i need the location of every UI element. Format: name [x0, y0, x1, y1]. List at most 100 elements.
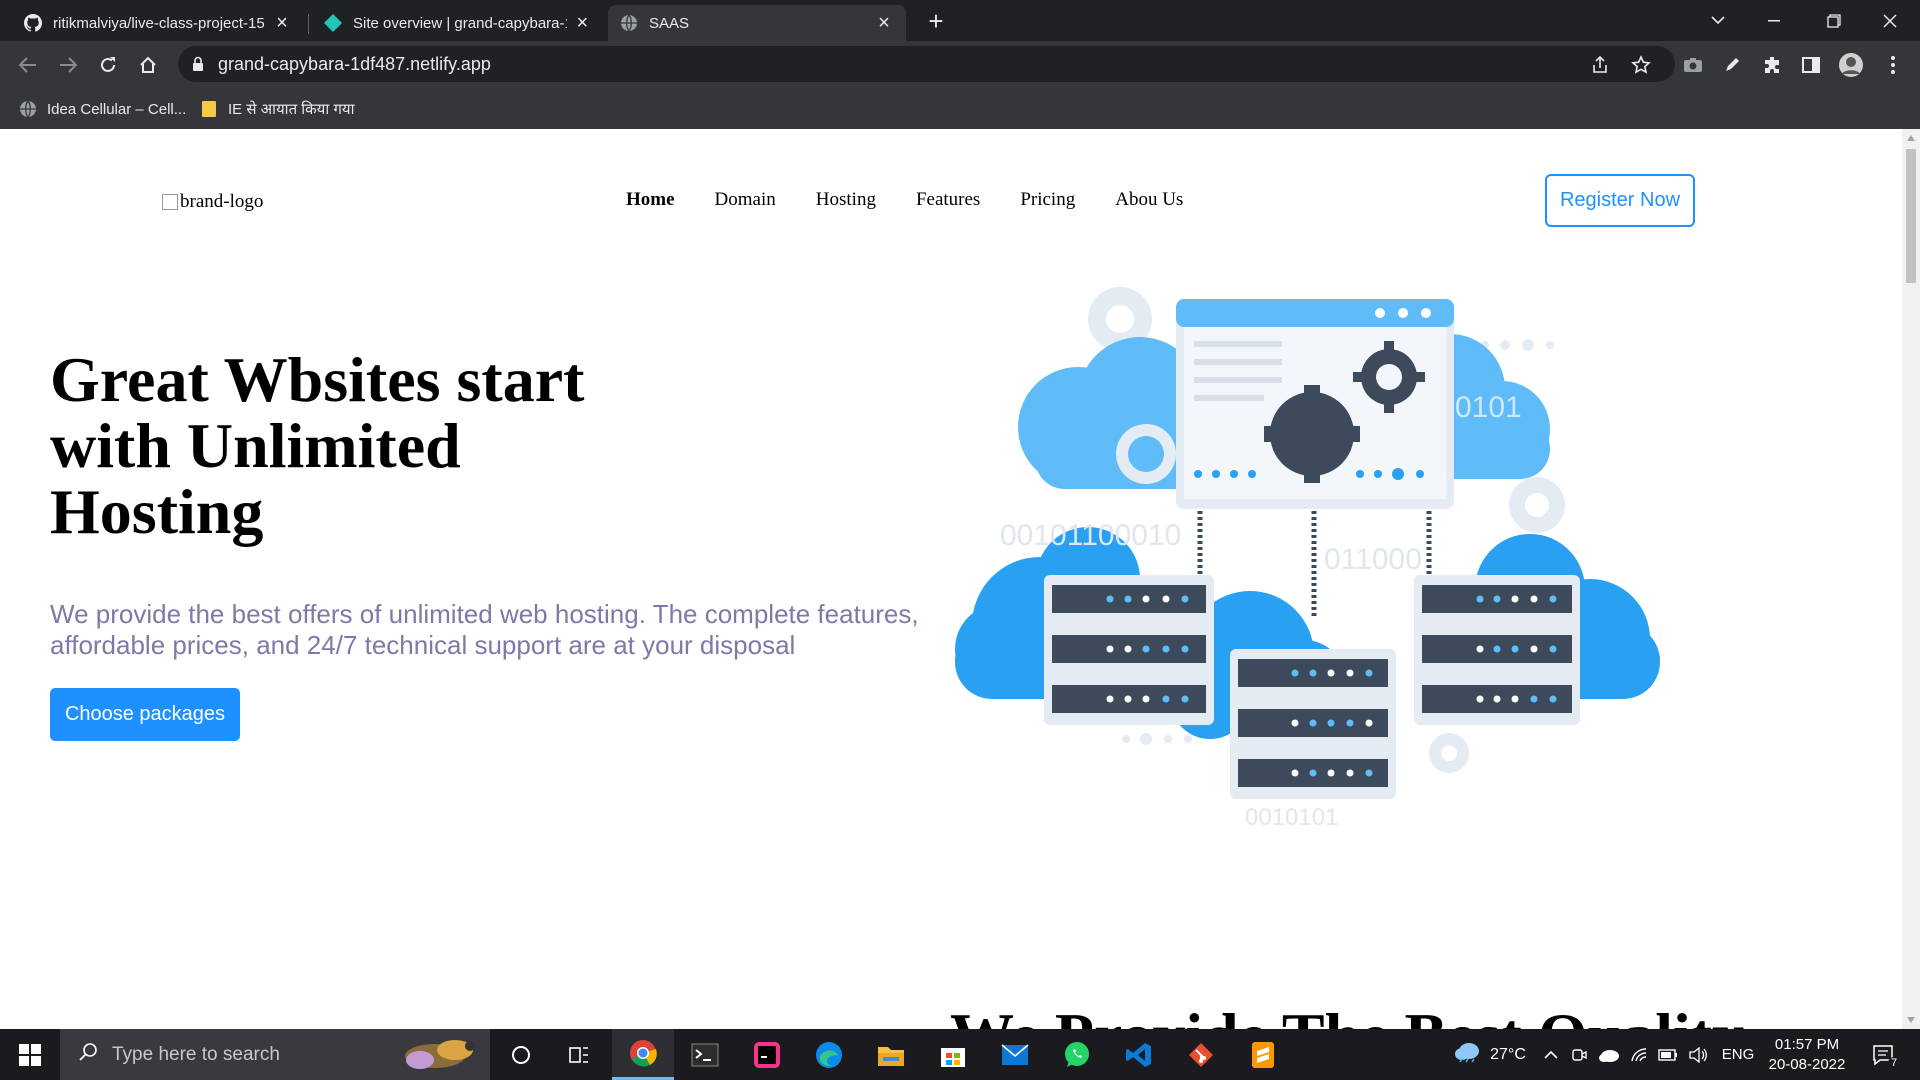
nav-features[interactable]: Features [916, 189, 980, 211]
tab-strip: ritikmalviya/live-class-project-15 × Sit… [0, 0, 1920, 41]
profile-avatar-icon[interactable] [1838, 52, 1864, 78]
vscode-icon[interactable] [1108, 1029, 1170, 1080]
wifi-icon[interactable] [1628, 1029, 1650, 1080]
weather-widget[interactable]: 27°C [1440, 1029, 1540, 1080]
minimize-icon[interactable] [1746, 0, 1802, 41]
github-icon [24, 14, 42, 32]
browser-chrome: ritikmalviya/live-class-project-15 × Sit… [0, 0, 1920, 129]
store-icon[interactable] [922, 1029, 984, 1080]
task-view-icon[interactable] [548, 1029, 610, 1080]
bookmark-label: IE से आयात किया गया [228, 101, 355, 118]
binary-label: 011000 [1324, 543, 1422, 576]
camera-icon[interactable] [1680, 52, 1706, 78]
clock-date: 20-08-2022 [1768, 1056, 1846, 1073]
nav-home[interactable]: Home [626, 189, 675, 211]
bookmark-ie-import[interactable]: IE से आयात किया गया [200, 97, 354, 121]
file-explorer-icon[interactable] [860, 1029, 922, 1080]
bookmark-star-icon[interactable] [1631, 55, 1651, 75]
new-tab-button[interactable]: + [922, 8, 950, 36]
close-icon[interactable]: × [874, 12, 894, 34]
pen-icon[interactable] [1719, 52, 1745, 78]
tab-saas[interactable]: SAAS × [608, 5, 906, 41]
git-icon[interactable] [1170, 1029, 1232, 1080]
menu-kebab-icon[interactable] [1880, 52, 1906, 78]
url-text[interactable]: grand-capybara-1df487.netlify.app [218, 54, 491, 75]
edge-icon[interactable] [798, 1029, 860, 1080]
globe-icon [19, 100, 37, 118]
tab-title: SAAS [649, 14, 690, 32]
server-rack-left [1044, 575, 1214, 725]
logo-alt-text: brand-logo [180, 191, 264, 212]
language-indicator[interactable]: ENG [1718, 1029, 1758, 1080]
tab-title: Site overview | grand-capybara-1 [353, 14, 567, 32]
bookmark-label: Idea Cellular – Cell... [47, 100, 187, 118]
close-window-icon[interactable] [1862, 0, 1918, 41]
binary-label: 00101100010 [1000, 519, 1181, 552]
chevron-up-icon[interactable] [1540, 1029, 1562, 1080]
scrollbar-thumb[interactable] [1906, 149, 1916, 283]
home-icon[interactable] [133, 50, 163, 80]
broken-image-icon [162, 194, 178, 210]
hosting-illustration: 0101 00101100010 011000 0010101 [955, 287, 1660, 831]
gear-icon [1429, 733, 1469, 773]
taskbar-clock[interactable]: 01:57 PM 20-08-2022 [1762, 1035, 1852, 1075]
main-nav: Home Domain Hosting Features Pricing Abo… [626, 189, 1223, 211]
windows-taskbar: Type here to search 27°C ENG 01:57 PM 20… [0, 1029, 1920, 1080]
whatsapp-icon[interactable] [1046, 1029, 1108, 1080]
extensions-icon[interactable] [1759, 52, 1785, 78]
nav-pricing[interactable]: Pricing [1020, 189, 1075, 211]
netlify-icon [324, 14, 342, 32]
register-now-button[interactable]: Register Now [1545, 174, 1695, 227]
back-icon[interactable] [13, 50, 43, 80]
brand-logo[interactable]: brand-logo [162, 191, 263, 213]
scroll-up-icon[interactable] [1907, 135, 1915, 141]
tab-title: ritikmalviya/live-class-project-15 [53, 14, 265, 32]
page-viewport: brand-logo Home Domain Hosting Features … [0, 129, 1902, 1029]
scroll-down-icon[interactable] [1907, 1017, 1915, 1023]
meet-icon[interactable] [1568, 1029, 1590, 1080]
mail-icon[interactable] [984, 1029, 1046, 1080]
weather-cloud-icon [1454, 1041, 1482, 1068]
bookmarks-bar: Idea Cellular – Cell... IE से आयात किया … [0, 89, 1920, 129]
forward-icon[interactable] [53, 50, 83, 80]
sublime-icon[interactable] [1232, 1029, 1294, 1080]
bookmark-idea-cellular[interactable]: Idea Cellular – Cell... [19, 97, 186, 121]
side-panel-icon[interactable] [1798, 52, 1824, 78]
notifications-icon[interactable]: 7 [1862, 1029, 1906, 1080]
search-icon [78, 1042, 98, 1067]
search-highlight-art [405, 1040, 475, 1069]
lock-icon[interactable] [192, 56, 204, 77]
onedrive-icon[interactable] [1596, 1029, 1622, 1080]
folder-icon [200, 100, 218, 118]
share-icon[interactable] [1590, 55, 1610, 75]
binary-label: 0010101 [1245, 804, 1338, 831]
nav-domain[interactable]: Domain [715, 189, 776, 211]
hero-title: Great Wbsites start with Unlimited Hosti… [50, 344, 585, 547]
restore-icon[interactable] [1806, 0, 1862, 41]
page-scrollbar[interactable] [1902, 129, 1920, 1029]
server-rack-right [1414, 575, 1580, 725]
windows-start-icon[interactable] [0, 1029, 60, 1080]
taskbar-search-box[interactable]: Type here to search [60, 1029, 490, 1080]
choose-packages-button[interactable]: Choose packages [50, 688, 240, 741]
chrome-icon[interactable] [612, 1029, 674, 1080]
cortana-icon[interactable] [490, 1029, 552, 1080]
server-rack-center [1230, 649, 1396, 799]
tab-github[interactable]: ritikmalviya/live-class-project-15 × [12, 5, 304, 41]
address-bar[interactable]: grand-capybara-1df487.netlify.app [178, 46, 1675, 82]
search-placeholder: Type here to search [112, 1043, 280, 1065]
terminal-icon[interactable] [674, 1029, 736, 1080]
battery-icon[interactable] [1656, 1029, 1680, 1080]
tab-search-icon[interactable] [1690, 0, 1746, 41]
nav-hosting[interactable]: Hosting [816, 189, 876, 211]
section-heading: We Provide The Best Quality [950, 999, 1744, 1029]
reload-icon[interactable] [93, 50, 123, 80]
close-icon[interactable]: × [272, 12, 292, 34]
volume-icon[interactable] [1686, 1029, 1710, 1080]
binary-label: 0101 [1455, 391, 1522, 424]
intellij-icon[interactable] [736, 1029, 798, 1080]
clock-time: 01:57 PM [1774, 1036, 1840, 1053]
nav-about-us[interactable]: Abou Us [1115, 189, 1183, 211]
close-icon[interactable]: × [573, 12, 592, 34]
tab-netlify[interactable]: Site overview | grand-capybara-1 × [312, 5, 604, 41]
